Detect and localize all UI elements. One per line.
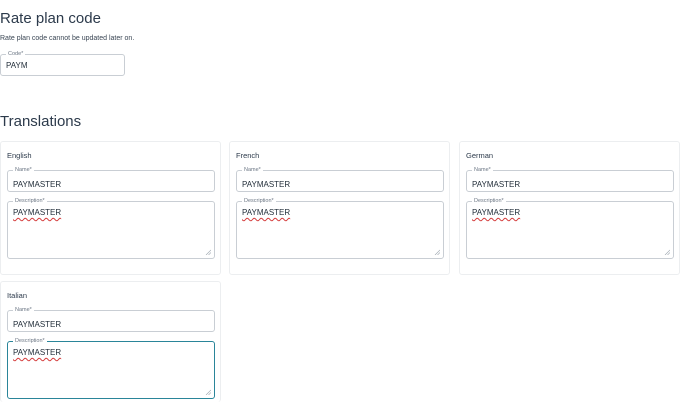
translations-heading: Translations xyxy=(0,113,82,130)
language-title: French xyxy=(236,151,260,160)
description-label: Description* xyxy=(13,337,47,345)
description-field[interactable]: Description* PAYMASTER xyxy=(466,197,674,259)
name-field[interactable]: Name* PAYMASTER xyxy=(236,166,444,192)
name-field[interactable]: Name* PAYMASTER xyxy=(7,306,215,332)
description-field[interactable]: Description* PAYMASTER xyxy=(7,337,215,399)
resize-handle-icon[interactable] xyxy=(434,249,440,255)
resize-handle-icon[interactable] xyxy=(205,389,211,395)
rate-plan-code-heading: Rate plan code xyxy=(0,10,101,27)
name-label: Name* xyxy=(13,306,34,314)
description-value[interactable]: PAYMASTER xyxy=(13,348,61,357)
translation-card-english: English Name* PAYMASTER Description* PAY… xyxy=(0,141,221,275)
name-field[interactable]: Name* PAYMASTER xyxy=(466,166,674,192)
language-title: English xyxy=(7,151,32,160)
name-label: Name* xyxy=(242,166,263,174)
language-title: Italian xyxy=(7,291,28,300)
name-field[interactable]: Name* PAYMASTER xyxy=(7,166,215,192)
description-value[interactable]: PAYMASTER xyxy=(13,208,61,217)
description-field[interactable]: Description* PAYMASTER xyxy=(236,197,444,259)
name-value[interactable]: PAYMASTER xyxy=(472,180,520,189)
name-value[interactable]: PAYMASTER xyxy=(13,180,61,189)
description-value[interactable]: PAYMASTER xyxy=(472,208,520,217)
description-field[interactable]: Description* PAYMASTER xyxy=(7,197,215,259)
translation-card-german: German Name* PAYMASTER Description* PAYM… xyxy=(459,141,680,275)
description-value[interactable]: PAYMASTER xyxy=(242,208,290,217)
description-label: Description* xyxy=(472,197,506,205)
name-label: Name* xyxy=(13,166,34,174)
rate-plan-code-note: Rate plan code cannot be updated later o… xyxy=(0,35,135,42)
code-label: Code* xyxy=(6,50,26,58)
language-title: German xyxy=(466,151,494,160)
name-value[interactable]: PAYMASTER xyxy=(13,320,61,329)
description-label: Description* xyxy=(13,197,47,205)
translation-card-french: French Name* PAYMASTER Description* PAYM… xyxy=(229,141,450,275)
description-label: Description* xyxy=(242,197,276,205)
name-label: Name* xyxy=(472,166,493,174)
resize-handle-icon[interactable] xyxy=(205,249,211,255)
resize-handle-icon[interactable] xyxy=(664,249,670,255)
name-value[interactable]: PAYMASTER xyxy=(242,180,290,189)
code-value[interactable]: PAYM xyxy=(6,61,27,70)
code-field[interactable]: Code* PAYM xyxy=(0,50,125,76)
translation-card-italian: Italian Name* PAYMASTER Description* PAY… xyxy=(0,281,221,402)
